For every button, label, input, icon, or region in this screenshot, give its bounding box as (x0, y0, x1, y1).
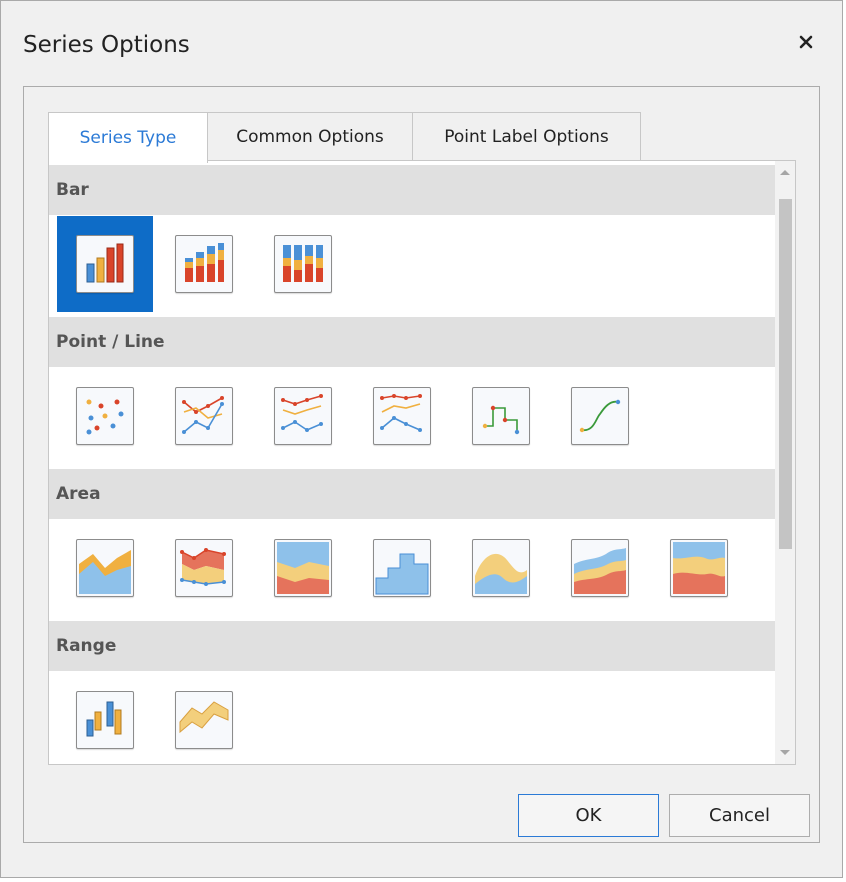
line-icon (175, 387, 233, 445)
spline-area-icon (472, 539, 530, 597)
full-stacked-line-icon (373, 387, 431, 445)
step-area-icon (373, 539, 431, 597)
spline-area-chart-option[interactable] (453, 520, 549, 616)
stacked-area-chart-option[interactable] (255, 520, 351, 616)
stacked-area-marker-chart-option[interactable] (156, 520, 252, 616)
series-type-panel: Bar Point / Line Area Range (48, 160, 796, 765)
tab-point-label-options[interactable]: Point Label Options (412, 112, 641, 161)
full-stacked-bar-chart-option[interactable] (255, 216, 351, 312)
bar-icon (76, 235, 134, 293)
range-bar-icon (76, 691, 134, 749)
area-chart-option[interactable] (57, 520, 153, 616)
range-bar-chart-option[interactable] (57, 672, 153, 764)
tab-common-options[interactable]: Common Options (207, 112, 413, 161)
range-area-icon (175, 691, 233, 749)
stacked-spline-area-icon (571, 539, 629, 597)
ok-button[interactable]: OK (518, 794, 659, 837)
stacked-bar-icon (175, 235, 233, 293)
series-options-dialog: Series Options Series Type Common Option… (0, 0, 843, 878)
stacked-spline-area-chart-option[interactable] (552, 520, 648, 616)
step-line-icon (472, 387, 530, 445)
section-header-area: Area (49, 469, 777, 519)
range-area-chart-option[interactable] (156, 672, 252, 764)
section-header-range: Range (49, 621, 777, 671)
step-area-chart-option[interactable] (354, 520, 450, 616)
bar-chart-option[interactable] (57, 216, 153, 312)
content-frame: Series Type Common Options Point Label O… (23, 86, 820, 843)
close-icon[interactable] (792, 28, 820, 56)
scroll-up-icon[interactable] (775, 161, 795, 183)
tab-series-type[interactable]: Series Type (48, 112, 208, 163)
point-icon (76, 387, 134, 445)
line-chart-option[interactable] (156, 368, 252, 464)
scroll-down-icon[interactable] (775, 742, 795, 764)
stacked-area-marker-icon (175, 539, 233, 597)
dialog-title: Series Options (23, 32, 190, 58)
vertical-scrollbar[interactable] (775, 161, 795, 764)
cancel-button[interactable]: Cancel (669, 794, 810, 837)
stacked-line-chart-option[interactable] (255, 368, 351, 464)
section-header-point-line: Point / Line (49, 317, 777, 367)
section-header-bar: Bar (49, 165, 777, 215)
area-icon (76, 539, 134, 597)
stacked-area-icon (274, 539, 332, 597)
point-chart-option[interactable] (57, 368, 153, 464)
full-stacked-area-chart-option[interactable] (651, 520, 747, 616)
spline-chart-option[interactable] (552, 368, 648, 464)
full-stacked-line-chart-option[interactable] (354, 368, 450, 464)
scrollbar-thumb[interactable] (779, 199, 792, 549)
spline-icon (571, 387, 629, 445)
stacked-line-icon (274, 387, 332, 445)
step-line-chart-option[interactable] (453, 368, 549, 464)
full-stacked-bar-icon (274, 235, 332, 293)
full-stacked-area-icon (670, 539, 728, 597)
stacked-bar-chart-option[interactable] (156, 216, 252, 312)
title-bar: Series Options (1, 1, 842, 87)
